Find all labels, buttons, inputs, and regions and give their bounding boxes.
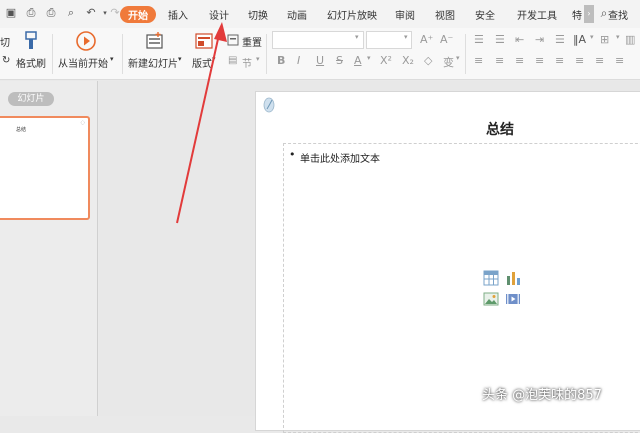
insert-chart-icon[interactable] [505,270,521,286]
reset-label[interactable]: 重置 [242,34,262,49]
copy-partial-label[interactable]: ↻ [2,55,10,66]
underline-icon[interactable]: U [316,54,324,67]
align-text-dropdown-icon[interactable]: ▾ [616,33,620,41]
slides-tab-pill[interactable]: 幻灯片 [8,92,54,106]
zoom-preview-icon[interactable]: ⌕ [64,6,78,20]
tab-slideshow[interactable]: 幻灯片放映 [327,7,377,22]
bold-icon[interactable]: B [277,54,285,67]
italic-icon[interactable]: I [297,54,300,67]
align-right-alt-icon[interactable]: ≡ [615,54,624,67]
superscript-icon[interactable]: X² [380,54,392,67]
new-slide-icon[interactable] [145,31,165,51]
justify-icon[interactable]: ≡ [535,54,544,67]
cut-partial-label[interactable]: 切 [0,34,10,49]
align-center-alt-icon[interactable]: ≡ [595,54,604,67]
content-placeholder-text[interactable]: 单击此处添加文本 [300,150,380,165]
annotation-arrow [176,22,227,224]
align-left-alt-icon[interactable]: ≡ [575,54,584,67]
slide-thumbnail-1[interactable]: 总结 ◌ [0,116,90,220]
search-label[interactable]: 查找 [608,7,628,22]
bullet-list-icon[interactable]: ☰ [474,33,484,46]
decrease-font-icon[interactable]: A⁻ [440,33,453,46]
tab-review[interactable]: 审阅 [395,7,415,22]
print-icon[interactable]: ⎙ [44,6,58,20]
play-from-current-label[interactable]: 从当前开始 [58,55,108,70]
tab-view[interactable]: 视图 [435,7,455,22]
decrease-indent-icon[interactable]: ⇤ [515,33,524,46]
character-spacing-dropdown-icon[interactable]: ▾ [456,54,460,62]
font-color-dropdown-icon[interactable]: ▾ [367,54,371,62]
print-preview-icon[interactable]: ⎙ [24,6,38,20]
slide-logo-icon [263,97,275,113]
watermark: 头条 @泡芙味的857 [482,388,602,403]
section-label[interactable]: 节 [242,55,252,70]
tab-home[interactable]: 开始 [120,6,156,23]
bullet-marker: • [289,148,296,161]
play-from-current-icon[interactable] [75,30,97,52]
insert-table-icon[interactable] [483,270,499,286]
save-icon[interactable]: ▣ [4,6,18,20]
section-dropdown-icon[interactable]: ▾ [256,55,260,63]
clear-format-icon[interactable]: ◇ [424,54,432,67]
tab-security[interactable]: 安全 [475,7,495,22]
text-direction-icon[interactable]: ‖A [573,33,586,46]
numbered-list-icon[interactable]: ☰ [495,33,505,46]
distribute-icon[interactable]: ≡ [555,54,564,67]
insert-video-icon[interactable] [505,291,521,307]
font-color-icon[interactable]: A [354,54,362,67]
format-painter-label[interactable]: 格式刷 [16,55,46,70]
character-spacing-icon[interactable]: 变 [443,54,454,70]
font-name-combo[interactable] [272,31,364,49]
align-left-icon[interactable]: ≡ [474,54,483,67]
line-spacing-icon[interactable]: ☰ [555,33,565,46]
font-name-dropdown-icon[interactable]: ▾ [355,33,359,41]
thumbnail-title: 总结 [16,127,27,133]
increase-indent-icon[interactable]: ⇥ [535,33,544,46]
tab-special-partial[interactable]: 特 [572,7,582,22]
tab-transition[interactable]: 切换 [248,7,268,22]
tab-developer-tools[interactable]: 开发工具 [517,7,557,22]
align-center-icon[interactable]: ≡ [495,54,504,67]
insert-picture-icon[interactable] [483,291,499,307]
slide-title[interactable]: 总结 [486,119,514,139]
format-painter-icon[interactable] [22,31,40,51]
menu-bar: ▣ ⎙ ⎙ ⌕ ↶ ▾ ↷ 开始 插入 设计 切换 动画 幻灯片放映 审阅 视图… [0,0,640,28]
text-direction-dropdown-icon[interactable]: ▾ [590,33,594,41]
subscript-icon[interactable]: X₂ [402,54,414,67]
increase-font-icon[interactable]: A⁺ [420,33,433,46]
thumbnail-marker-icon: ◌ [80,120,85,126]
columns-icon[interactable]: ▥ [625,33,635,46]
undo-icon[interactable]: ↶ [84,6,98,20]
tab-animation[interactable]: 动画 [287,7,307,22]
font-size-dropdown-icon[interactable]: ▾ [404,33,408,41]
align-right-icon[interactable]: ≡ [515,54,524,67]
tab-scroll-arrow-icon[interactable]: › [584,5,594,23]
play-dropdown-icon[interactable]: ▾ [110,55,114,63]
align-text-icon[interactable]: ⊞ [600,33,609,46]
strikethrough-icon[interactable]: S [336,54,343,67]
